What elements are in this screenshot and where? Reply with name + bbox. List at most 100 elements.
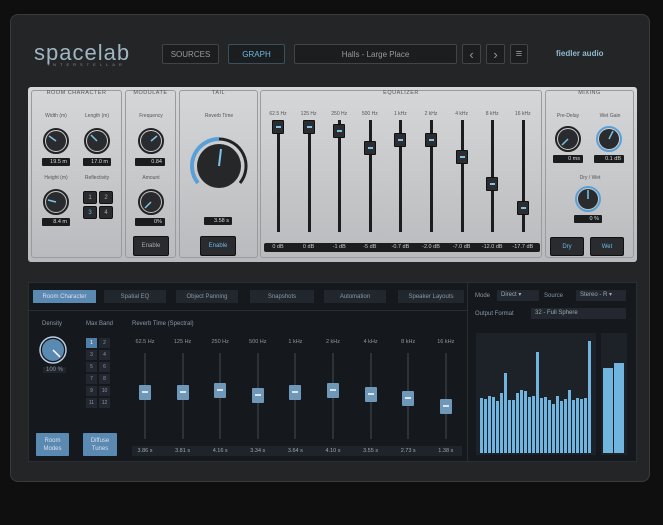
room-modes-button[interactable]: Room Modes: [36, 433, 69, 456]
spectral-slider-thumb[interactable]: [327, 383, 339, 399]
diffuse-tunes-button[interactable]: Diffuse Tunes: [83, 433, 117, 456]
eq-slider-track[interactable]: [368, 120, 372, 232]
eq-slider-thumb[interactable]: [425, 132, 437, 147]
spectral-band-label: 8 kHz: [401, 339, 416, 345]
max-band-button[interactable]: 4: [99, 350, 110, 360]
predelay-knob[interactable]: [554, 125, 582, 153]
source-select[interactable]: Stereo - R ▾: [576, 290, 626, 301]
spectral-slider-thumb[interactable]: [364, 386, 377, 402]
output-meter-bar: [614, 363, 624, 453]
eq-slider-thumb[interactable]: [516, 200, 529, 215]
reflectivity-4-button[interactable]: 4: [99, 206, 113, 219]
spectral-slider-thumb[interactable]: [289, 385, 302, 400]
menu-button[interactable]: ≡: [510, 44, 528, 64]
eq-slider-thumb[interactable]: [394, 132, 407, 147]
reflectivity-1-button[interactable]: 1: [83, 191, 97, 204]
density-value[interactable]: 100 %: [43, 367, 67, 373]
tab-room-character[interactable]: Room Character: [33, 290, 96, 303]
graph-button[interactable]: GRAPH: [228, 44, 285, 64]
predelay-value[interactable]: 0 ms: [553, 155, 583, 163]
source-value: Stereo - R: [580, 292, 608, 298]
width-knob[interactable]: [42, 127, 70, 155]
dry-wet-knob[interactable]: [574, 185, 602, 213]
max-band-button[interactable]: 1: [86, 338, 97, 348]
max-band-button[interactable]: 12: [99, 398, 110, 408]
sources-button[interactable]: SOURCES: [162, 44, 219, 64]
eq-slider-thumb[interactable]: [333, 124, 346, 139]
next-preset-button[interactable]: ›: [486, 44, 505, 64]
frequency-value[interactable]: 0.84: [135, 158, 165, 166]
spectrum-bar: [576, 397, 580, 453]
dry-wet-value[interactable]: 0 %: [574, 215, 602, 223]
eq-slider-thumb[interactable]: [302, 120, 315, 134]
eq-slider-track[interactable]: [521, 120, 525, 232]
modulate-enable-button[interactable]: Enable: [133, 236, 169, 256]
output-format-select[interactable]: 32 - Full Sphere: [531, 308, 626, 319]
spectral-slider-thumb[interactable]: [214, 383, 227, 399]
max-band-label: Max Band: [86, 321, 114, 327]
tab-speaker-layouts[interactable]: Speaker Layouts: [398, 290, 464, 303]
eq-slider-thumb[interactable]: [272, 120, 284, 134]
tab-snapshots[interactable]: Snapshots: [250, 290, 314, 303]
max-band-button[interactable]: 2: [99, 338, 110, 348]
height-value[interactable]: 8.4 m: [42, 218, 70, 226]
reverb-time-value[interactable]: 3.58 s: [204, 217, 232, 225]
mode-select[interactable]: Direct ▾: [497, 290, 539, 301]
preset-display[interactable]: Halls - Large Place: [294, 44, 457, 64]
eq-slider-thumb[interactable]: [363, 141, 376, 155]
section-title: ROOM CHARACTER: [46, 90, 107, 96]
length-value[interactable]: 17.0 m: [83, 158, 111, 166]
spectral-slider-thumb[interactable]: [439, 399, 452, 415]
spectral-slider-thumb[interactable]: [251, 388, 264, 404]
spectrum-bar: [512, 400, 516, 453]
eq-slider-track[interactable]: [277, 120, 280, 232]
eq-band-label: 16 kHz: [515, 111, 531, 117]
spectral-slider-thumb[interactable]: [402, 391, 415, 407]
spectral-band-value: 4.16 s: [212, 448, 228, 454]
tab-object-panning[interactable]: Object Panning: [176, 290, 238, 303]
length-label: Length (m): [84, 113, 110, 119]
tab-spatial-eq[interactable]: Spatial EQ: [104, 290, 166, 303]
reverb-time-knob[interactable]: [188, 135, 250, 197]
max-band-button[interactable]: 9: [86, 386, 97, 396]
amount-value[interactable]: 0%: [135, 218, 165, 226]
spectrum-bar: [504, 372, 508, 453]
eq-slider-thumb[interactable]: [455, 150, 468, 165]
eq-band-label: 1 kHz: [394, 111, 407, 117]
eq-band-label: 500 Hz: [361, 111, 378, 117]
reflectivity-3-button[interactable]: 3: [83, 206, 97, 219]
amount-knob[interactable]: [137, 188, 165, 216]
spectrum-bar: [556, 395, 560, 453]
density-knob[interactable]: [38, 335, 68, 365]
wet-gain-value[interactable]: 0.1 dB: [594, 155, 624, 163]
spectral-band-value: 3.81 s: [175, 448, 191, 454]
max-band-button[interactable]: 5: [86, 362, 97, 372]
height-knob[interactable]: [42, 188, 70, 216]
max-band-button[interactable]: 7: [86, 374, 97, 384]
tail-enable-button[interactable]: Enable: [200, 236, 236, 256]
tab-automation[interactable]: Automation: [324, 290, 386, 303]
eq-slider-track[interactable]: [307, 120, 311, 232]
max-band-button[interactable]: 10: [99, 386, 110, 396]
wet-button[interactable]: Wet: [590, 237, 624, 256]
width-value[interactable]: 19.5 m: [42, 158, 70, 166]
spectral-slider-track[interactable]: [444, 353, 447, 439]
spectral-slider-thumb[interactable]: [176, 385, 189, 400]
length-knob[interactable]: [83, 127, 111, 155]
max-band-button[interactable]: 6: [99, 362, 110, 372]
max-band-button[interactable]: 8: [99, 374, 110, 384]
prev-preset-button[interactable]: ‹: [462, 44, 481, 64]
eq-slider-track[interactable]: [460, 120, 464, 232]
max-band-button[interactable]: 11: [86, 398, 97, 408]
frequency-knob[interactable]: [137, 127, 165, 155]
spectrum-bar: [572, 400, 576, 453]
spectral-band-label: 16 kHz: [437, 339, 455, 345]
dry-button[interactable]: Dry: [550, 237, 584, 256]
eq-slider-thumb[interactable]: [486, 176, 499, 191]
spectrum-bar: [568, 389, 572, 453]
max-band-button[interactable]: 3: [86, 350, 97, 360]
wet-gain-knob[interactable]: [595, 125, 623, 153]
reflectivity-2-button[interactable]: 2: [99, 191, 113, 204]
frequency-label: Frequency: [139, 113, 163, 119]
spectral-slider-thumb[interactable]: [139, 385, 151, 400]
